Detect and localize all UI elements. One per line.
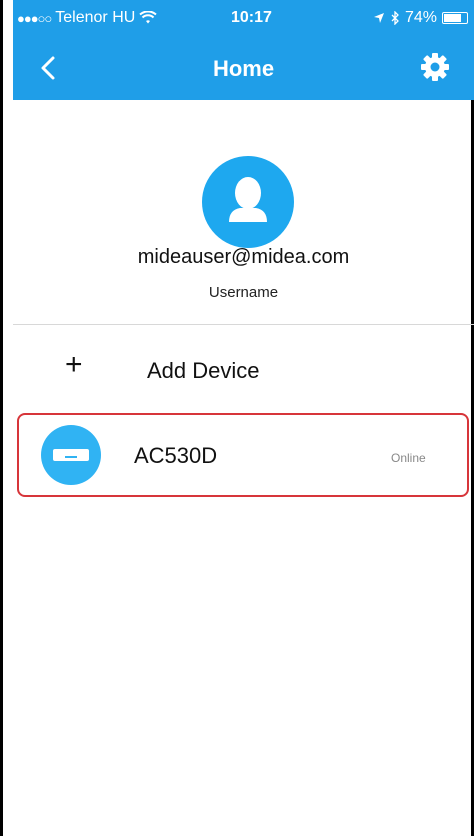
status-right: 74% [373, 9, 468, 27]
battery-icon [442, 12, 468, 24]
location-arrow-icon [373, 13, 384, 23]
gear-icon [421, 53, 449, 81]
navigation-bar: Home [13, 40, 474, 96]
user-email: mideauser@midea.com [137, 246, 350, 268]
wifi-icon [139, 11, 157, 24]
device-list-item[interactable]: AC530D Online [17, 413, 469, 497]
username-label: Username [208, 284, 279, 301]
bluetooth-icon [391, 11, 399, 25]
status-time: 10:17 [231, 9, 272, 26]
status-bar: ●●●○○ Telenor HU 10:17 74% [13, 0, 474, 36]
battery-percentage: 74% [404, 9, 437, 26]
user-icon [229, 177, 267, 222]
plus-icon: + [65, 348, 83, 381]
add-device-button[interactable]: + Add Device [13, 326, 474, 408]
top-bar: ●●●○○ Telenor HU 10:17 74% Home [13, 0, 474, 100]
carrier-name: Telenor HU [55, 9, 136, 26]
add-device-label: Add Device [147, 358, 260, 383]
divider [13, 324, 474, 325]
signal-strength-icon: ●●●○○ [17, 10, 52, 26]
status-left: ●●●○○ Telenor HU [17, 9, 157, 27]
device-status: Online [391, 451, 426, 465]
settings-button[interactable] [418, 50, 452, 84]
page-title: Home [212, 56, 275, 81]
user-profile: mideauser@midea.com Username [13, 100, 474, 324]
device-name: AC530D [134, 443, 218, 468]
air-conditioner-icon [41, 425, 101, 485]
avatar[interactable] [202, 156, 294, 248]
